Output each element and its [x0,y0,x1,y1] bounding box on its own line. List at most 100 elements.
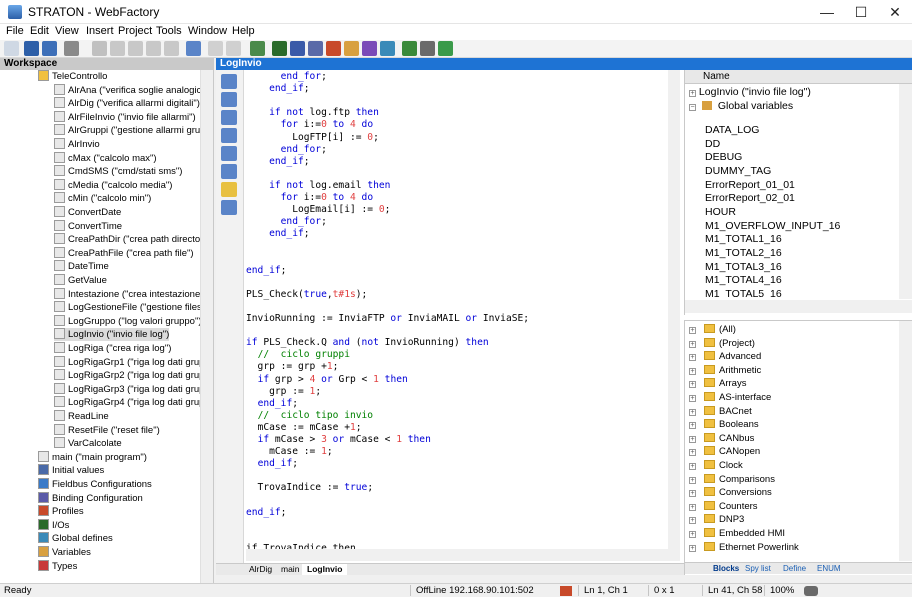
workspace-tree-item[interactable]: AlrGruppi ("gestione allarmi gruppi") [54,124,200,137]
undo-icon[interactable] [208,41,223,56]
expand-icon[interactable]: + [689,340,696,348]
workspace-tree-item[interactable]: Initial values [38,464,104,477]
expand-icon[interactable]: + [689,367,696,375]
workspace-tree-item[interactable]: CreaPathFile ("crea path file") [54,246,194,260]
workspace-tree-item[interactable]: AlrAna ("verifica soglie analogiche") [54,83,200,97]
library-item[interactable]: + Counters [689,500,758,514]
library-item[interactable]: + AS-interface [689,391,771,405]
library-item[interactable]: + Arrays [689,377,746,391]
workspace-tree-item[interactable]: GetValue [54,274,107,287]
home-icon[interactable] [344,41,359,56]
comment-icon[interactable] [221,200,237,215]
tab-define[interactable]: Define [779,563,810,574]
expand-icon[interactable]: + [689,449,696,457]
collapse-icon[interactable]: − [689,104,696,111]
workspace-scrollbar[interactable] [200,70,213,583]
new-icon[interactable] [4,41,19,56]
workspace-tree-item[interactable]: LogInvio ("invio file log") [54,328,170,342]
variable-item[interactable]: M1_TOTAL1_16 [705,233,782,247]
workspace-tree-item[interactable]: LogGruppo ("log valori gruppo") [54,314,200,328]
variables-hscrollbar[interactable] [685,300,912,313]
library-item[interactable]: + Ethernet Powerlink [689,541,799,555]
tab-blocks[interactable]: Blocks [709,563,743,574]
while-icon[interactable] [221,146,237,161]
block-icon[interactable] [221,182,237,197]
workspace-tree-item[interactable]: cMin ("calcolo min") [54,192,151,205]
run-icon[interactable] [438,41,453,56]
workspace-tree-item[interactable]: TeleControllo [38,70,107,83]
build-icon[interactable] [250,41,265,56]
save-icon[interactable] [24,41,39,56]
variable-item[interactable]: M1_TOTAL3_16 [705,261,782,275]
variable-item[interactable]: ErrorReport_02_01 [705,192,795,206]
menu-edit[interactable]: Edit [30,25,49,37]
workspace-tree-item[interactable]: ResetFile ("reset file") [54,423,160,437]
workspace-tree-item[interactable]: Intestazione ("crea intestazione file lo [54,287,200,301]
workspace-tree-item[interactable]: main ("main program") [38,450,147,464]
copy-icon[interactable] [110,41,125,56]
workspace-tree-item[interactable]: cMax ("calcolo max") [54,151,157,165]
expand-icon[interactable]: + [689,503,696,511]
expand-icon[interactable]: + [689,490,696,498]
variable-item[interactable]: DEBUG [705,151,742,165]
workspace-tree-item[interactable]: cMedia ("calcolo media") [54,178,172,192]
assign-icon[interactable] [221,92,237,107]
library-scrollbar[interactable] [899,321,912,561]
library-item[interactable]: + Conversions [689,486,772,500]
workspace-tree-item[interactable]: Fieldbus Configurations [38,478,152,491]
workspace-tree-item[interactable]: Global defines [38,532,113,545]
workspace-tree-item[interactable]: AlrFileInvio ("invio file allarmi") [54,110,196,124]
workspace-tree-item[interactable]: Types [38,559,77,573]
workspace-tree-item[interactable]: LogRiga ("crea riga log") [54,342,171,355]
workspace-tree-item[interactable]: Profiles [38,505,84,518]
fieldbus-icon[interactable] [362,41,377,56]
variable-item[interactable]: ErrorReport_01_01 [705,179,795,193]
redo-icon[interactable] [226,41,241,56]
library-item[interactable]: + Clock [689,459,743,473]
expand-icon[interactable]: + [689,517,696,525]
expand-icon[interactable]: + [689,476,696,484]
if-then-icon[interactable] [221,110,237,125]
library-item[interactable]: + Booleans [689,418,759,432]
global-variables-node[interactable]: − Global variables [689,100,793,112]
workspace-tree-item[interactable]: ConvertTime [54,219,122,233]
library-item[interactable]: + Advanced [689,350,761,364]
binoculars-icon[interactable] [804,586,818,596]
workspace-tree-item[interactable]: I/Os [38,518,69,532]
variable-item[interactable]: M1_TOTAL2_16 [705,247,782,261]
library-item[interactable]: + Comparisons [689,473,775,487]
case-icon[interactable] [221,164,237,179]
workspace-tree-item[interactable]: AlrDig ("verifica allarmi digitali") [54,97,200,110]
save-all-icon[interactable] [42,41,57,56]
find-icon[interactable] [164,41,179,56]
workspace-tree-item[interactable]: VarCalcolate [54,437,122,450]
workspace-tree-item[interactable]: Variables [38,546,91,559]
select-icon[interactable] [186,41,201,56]
expand-icon[interactable]: + [689,544,696,552]
tab-spy-list[interactable]: Spy list [741,563,775,574]
code-editor[interactable]: end_for; end_if; if not log.ftp then for… [246,70,684,549]
tab-alrdig[interactable]: AlrDig [244,564,277,575]
close-button[interactable]: ✕ [878,0,912,24]
tab-main[interactable]: main [276,564,304,575]
variable-item[interactable]: M1_OVERFLOW_INPUT_16 [705,220,840,234]
workspace-tree-item[interactable]: LogRigaGrp4 ("riga log dati gruppo4" [54,396,200,409]
io-icon[interactable] [272,41,287,56]
library-item[interactable]: + BACnet [689,405,752,419]
variable-item[interactable]: M1_TOTAL4_16 [705,274,782,288]
menu-file[interactable]: File [6,25,24,37]
expand-icon[interactable]: + [689,327,696,334]
defines-icon[interactable] [380,41,395,56]
library-item[interactable]: + (All) [689,323,736,337]
expand-icon[interactable]: + [689,90,696,97]
workspace-tree-item[interactable]: LogGestioneFile ("gestione files log") [54,301,200,314]
for-loop-icon[interactable] [221,128,237,143]
minimize-button[interactable]: — [810,0,844,24]
library-item[interactable]: + Arithmetic [689,364,761,378]
paste-icon[interactable] [128,41,143,56]
variable-item[interactable]: DD [705,138,720,152]
workspace-tree-item[interactable]: AlrInvio [54,138,100,151]
code-horizontal-scrollbar[interactable] [246,549,680,561]
workspace-tree-item[interactable]: LogRigaGrp2 ("riga log dati gruppo2" [54,369,200,382]
library-item[interactable]: + CANbus [689,432,754,446]
